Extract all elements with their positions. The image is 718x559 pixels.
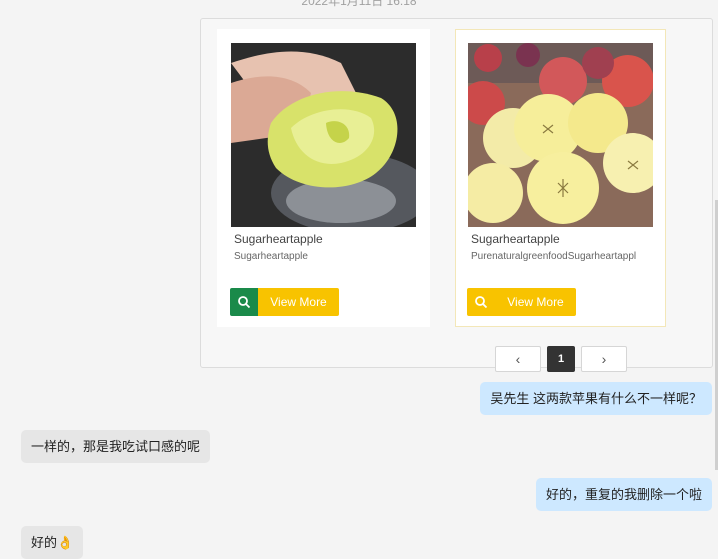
chat-bubble-sent: 好的，重复的我删除一个啦: [535, 478, 712, 511]
message-timestamp: 2022年1月11日 16:18: [301, 0, 417, 8]
product-name[interactable]: Sugarheartapple: [471, 232, 560, 246]
view-more-button[interactable]: View More: [230, 288, 339, 316]
chat-bubble-received: 好的👌: [21, 526, 84, 559]
product-description: PurenaturalgreenfoodSugarheartappl: [471, 251, 637, 262]
product-card[interactable]: Sugarheartapple Sugarheartapple View Mor…: [217, 29, 430, 327]
chat-bubble-sent: 吴先生 这两款苹果有什么不一样呢？: [480, 382, 712, 415]
chat-bubble-received: 一样的，那是我吃试口感的呢: [21, 430, 211, 463]
pagination: ‹ 1 ›: [495, 346, 627, 372]
view-more-label: View More: [258, 288, 339, 316]
current-page[interactable]: 1: [547, 346, 575, 372]
view-more-label: View More: [495, 288, 576, 316]
view-more-button[interactable]: View More: [467, 288, 576, 316]
search-icon: [467, 288, 495, 316]
prev-page-button[interactable]: ‹: [495, 346, 541, 372]
product-card-message: Sugarheartapple Sugarheartapple View Mor…: [200, 18, 713, 372]
next-page-button[interactable]: ›: [581, 346, 627, 372]
search-icon: [230, 288, 258, 316]
product-name[interactable]: Sugarheartapple: [234, 232, 323, 246]
product-image[interactable]: [231, 43, 416, 227]
product-image[interactable]: [468, 43, 653, 227]
product-card[interactable]: Sugarheartapple PurenaturalgreenfoodSuga…: [455, 29, 666, 327]
product-description: Sugarheartapple: [234, 251, 308, 262]
